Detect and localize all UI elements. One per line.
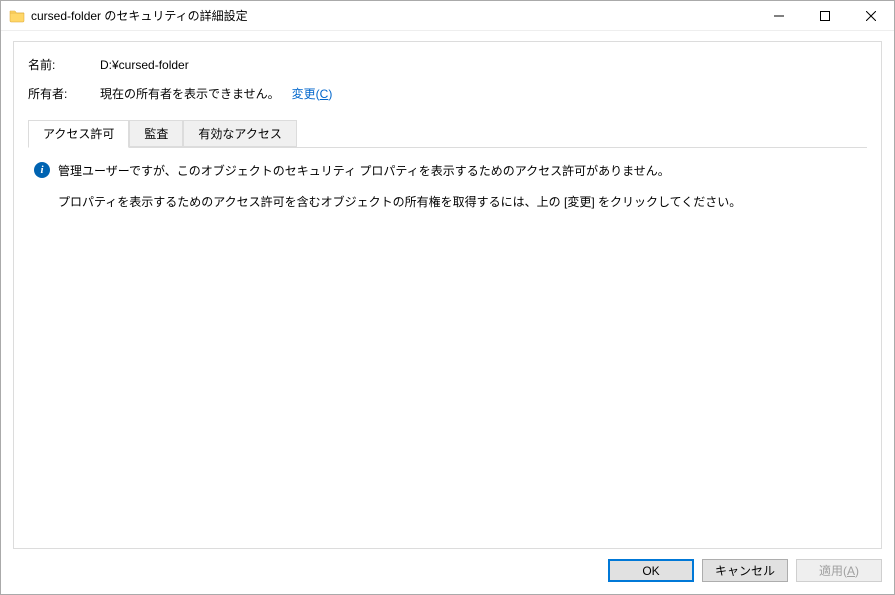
owner-value: 現在の所有者を表示できません。 <box>100 85 280 102</box>
tab-auditing[interactable]: 監査 <box>129 120 183 147</box>
close-button[interactable] <box>848 1 894 30</box>
tab-body: i 管理ユーザーですが、このオブジェクトのセキュリティ プロパティを表示するため… <box>28 148 867 538</box>
tab-effective-access-label: 有効なアクセス <box>198 127 281 141</box>
change-link-paren-close: ) <box>328 87 332 101</box>
cancel-button[interactable]: キャンセル <box>702 559 788 582</box>
minimize-button[interactable] <box>756 1 802 30</box>
ok-button-label: OK <box>642 564 659 578</box>
tab-effective-access[interactable]: 有効なアクセス <box>183 120 296 147</box>
apply-button-key: A <box>847 564 855 578</box>
ok-button[interactable]: OK <box>608 559 694 582</box>
cancel-button-label: キャンセル <box>715 564 775 578</box>
name-value: D:¥cursed-folder <box>100 58 189 72</box>
tab-permissions[interactable]: アクセス許可 <box>28 120 129 148</box>
change-owner-link[interactable]: 変更(C) <box>292 85 333 102</box>
apply-button-paren-close: ) <box>855 564 859 578</box>
change-link-prefix: 変更 <box>292 87 316 101</box>
info-message-row: i 管理ユーザーですが、このオブジェクトのセキュリティ プロパティを表示するため… <box>34 162 861 181</box>
apply-button-prefix: 適用 <box>819 564 843 578</box>
content-area: 名前: D:¥cursed-folder 所有者: 現在の所有者を表示できません… <box>1 31 894 549</box>
window-title: cursed-folder のセキュリティの詳細設定 <box>31 7 756 24</box>
apply-button[interactable]: 適用(A) <box>796 559 882 582</box>
footer: OK キャンセル 適用(A) <box>1 549 894 594</box>
info-icon: i <box>34 162 50 178</box>
owner-label: 所有者: <box>28 85 100 102</box>
info-message-text: 管理ユーザーですが、このオブジェクトのセキュリティ プロパティを表示するためのア… <box>58 162 670 181</box>
window-controls <box>756 1 894 30</box>
folder-icon <box>9 8 25 24</box>
owner-row: 所有者: 現在の所有者を表示できません。 変更(C) <box>28 85 867 102</box>
name-label: 名前: <box>28 56 100 73</box>
tab-auditing-label: 監査 <box>144 127 168 141</box>
maximize-button[interactable] <box>802 1 848 30</box>
name-row: 名前: D:¥cursed-folder <box>28 56 867 73</box>
inner-panel: 名前: D:¥cursed-folder 所有者: 現在の所有者を表示できません… <box>13 41 882 549</box>
hint-text: プロパティを表示するためのアクセス許可を含むオブジェクトの所有権を取得するには、… <box>58 193 741 212</box>
tabs: アクセス許可 監査 有効なアクセス <box>28 120 867 148</box>
hint-row: プロパティを表示するためのアクセス許可を含むオブジェクトの所有権を取得するには、… <box>34 193 861 212</box>
titlebar: cursed-folder のセキュリティの詳細設定 <box>1 1 894 31</box>
tab-permissions-label: アクセス許可 <box>43 127 114 141</box>
